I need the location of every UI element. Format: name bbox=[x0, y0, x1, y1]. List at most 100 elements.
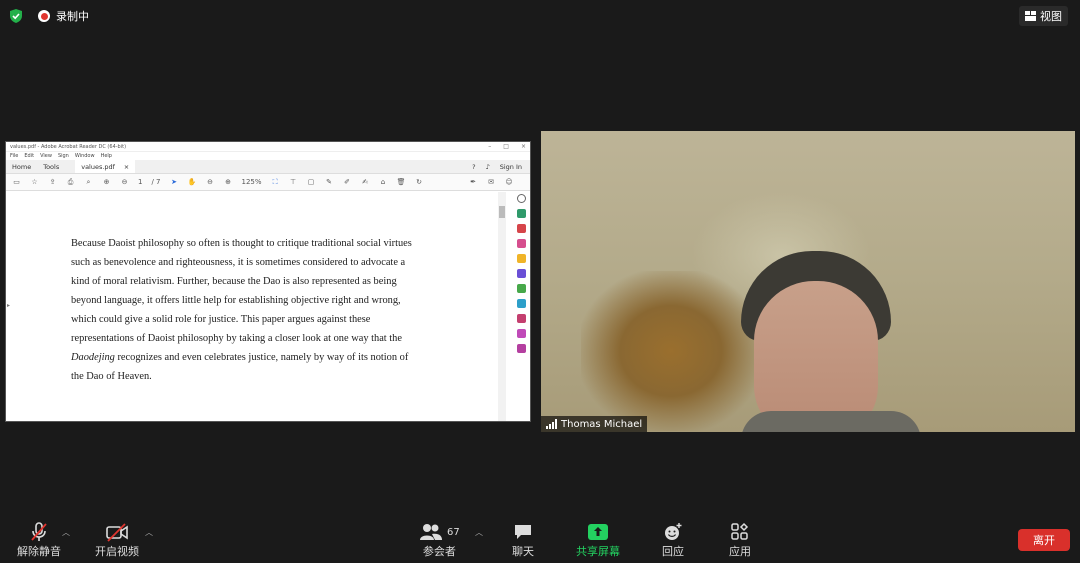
recording-label: 录制中 bbox=[56, 10, 89, 23]
participants-options-caret-icon[interactable]: ︿ bbox=[475, 527, 483, 538]
participant-video[interactable] bbox=[541, 131, 1075, 432]
start-video-label: 开启视频 bbox=[95, 545, 139, 558]
search-tool-icon bbox=[516, 194, 526, 203]
chat-bubble-icon bbox=[515, 525, 531, 539]
pdf-scrollbar bbox=[498, 192, 506, 421]
acrobat-toolbar: ▭ ☆ ⇪ ⎙ ⌕ ⊕ ⊖ 1 / 7 ➤ ✋ ⊖ ⊕ 125% ⛶ ⊤ ▢ ✎… bbox=[6, 174, 530, 191]
compress-icon bbox=[516, 299, 526, 308]
text-line: Daodejing recognizes and even celebrates… bbox=[71, 348, 441, 367]
page-up-icon: ⊕ bbox=[103, 178, 110, 186]
participants-icon bbox=[420, 524, 442, 540]
unmute-label: 解除静音 bbox=[17, 545, 61, 558]
meeting-status: 录制中 bbox=[8, 8, 89, 24]
leave-button[interactable]: 离开 bbox=[1018, 529, 1070, 551]
share-screen-button[interactable]: 共享屏幕 bbox=[576, 521, 620, 559]
tab-document: values.pdf × bbox=[75, 160, 136, 173]
chat-button[interactable]: 聊天 bbox=[512, 521, 534, 559]
upload-icon: ⇪ bbox=[49, 178, 56, 186]
protect-icon bbox=[516, 314, 526, 323]
pdf-abstract-text: Because Daoist philosophy so often is th… bbox=[71, 234, 441, 386]
background-shelf bbox=[581, 271, 761, 431]
share-screen-icon bbox=[588, 524, 608, 540]
participant-shirt bbox=[741, 411, 921, 432]
text-line: Because Daoist philosophy so often is th… bbox=[71, 238, 412, 249]
organize-icon bbox=[516, 284, 526, 293]
tab-home: Home bbox=[12, 162, 32, 171]
unmute-button[interactable]: 解除静音 bbox=[17, 521, 61, 559]
redact-icon bbox=[516, 329, 526, 338]
print-icon: ⎙ bbox=[67, 177, 74, 186]
fill-sign-icon: ✒ bbox=[470, 178, 476, 186]
zoom-search-icon: ⌕ bbox=[86, 177, 91, 186]
bookmark-star-icon: ☆ bbox=[31, 178, 38, 186]
page-down-icon: ⊖ bbox=[121, 178, 128, 186]
view-label: 视图 bbox=[1040, 10, 1062, 23]
book-title: Daodejing bbox=[71, 352, 115, 363]
comment-icon: ▢ bbox=[307, 178, 315, 186]
tab-document-label: values.pdf bbox=[81, 162, 115, 171]
menu-file: File bbox=[10, 153, 19, 159]
apps-label: 应用 bbox=[729, 545, 751, 558]
comment-tool-icon bbox=[516, 254, 526, 263]
more-tools-icon bbox=[516, 344, 526, 353]
view-button[interactable]: 视图 bbox=[1019, 6, 1068, 26]
grid-view-icon bbox=[1025, 11, 1036, 21]
cursor-icon: ➤ bbox=[171, 178, 177, 186]
text-line: representations of Daoist philosophy by … bbox=[71, 333, 402, 344]
acrobat-menubar: File Edit View Sign Window Help bbox=[6, 152, 530, 160]
participant-name-tag: Thomas Michael bbox=[541, 416, 648, 432]
highlight-icon: ✐ bbox=[344, 178, 350, 186]
text-line: such as benevolence and righteousness, i… bbox=[71, 257, 406, 268]
share-screen-label: 共享屏幕 bbox=[576, 545, 620, 558]
apps-icon bbox=[731, 522, 749, 540]
sign-icon: ✍ bbox=[362, 178, 368, 186]
window-title: values.pdf - Adobe Acrobat Reader DC (64… bbox=[10, 143, 127, 150]
bell-icon: ♪ bbox=[485, 162, 490, 171]
account-icon: ☺ bbox=[505, 178, 513, 186]
fit-page-icon: ⛶ bbox=[272, 177, 278, 186]
acrobat-titlebar: values.pdf - Adobe Acrobat Reader DC (64… bbox=[6, 142, 530, 152]
zoom-in-icon: ⊕ bbox=[225, 178, 231, 186]
start-video-button[interactable]: 开启视频 bbox=[95, 521, 139, 559]
rotate-icon: ↻ bbox=[416, 178, 422, 186]
page-total: / 7 bbox=[151, 178, 161, 186]
apps-button[interactable]: 应用 bbox=[729, 521, 751, 559]
mail-icon: ✉ bbox=[488, 178, 494, 186]
text-line: beyond language, it offers little help f… bbox=[71, 295, 401, 306]
security-shield-icon[interactable] bbox=[8, 8, 24, 24]
scroll-mode-icon: ⊤ bbox=[289, 178, 297, 186]
tab-close-icon: × bbox=[123, 162, 130, 171]
hand-icon: ✋ bbox=[187, 178, 197, 186]
recording-indicator[interactable]: 录制中 bbox=[38, 8, 89, 24]
export-pdf-icon bbox=[516, 209, 526, 218]
text-line: the Dao of Heaven. bbox=[71, 371, 152, 382]
acrobat-tabbar: Home Tools values.pdf × ? ♪ Sign In bbox=[6, 160, 530, 174]
muted-mic-icon bbox=[31, 522, 47, 541]
text-line-rest: recognizes and even celebrates justice, … bbox=[114, 352, 409, 363]
minimize-icon: – bbox=[488, 143, 492, 150]
menu-window: Window bbox=[74, 153, 95, 159]
menu-view: View bbox=[40, 153, 52, 159]
zoom-level: 125% bbox=[241, 178, 262, 186]
text-line: which could give a solid role for justic… bbox=[71, 314, 371, 325]
create-pdf-icon bbox=[516, 224, 526, 233]
chat-label: 聊天 bbox=[512, 545, 534, 558]
reactions-button[interactable]: 回应 bbox=[662, 521, 684, 559]
zoom-out-icon: ⊖ bbox=[207, 178, 213, 186]
tab-tools: Tools bbox=[43, 162, 60, 171]
participant-name: Thomas Michael bbox=[561, 418, 643, 430]
page-current: 1 bbox=[138, 178, 143, 186]
shared-screen: values.pdf - Adobe Acrobat Reader DC (64… bbox=[5, 141, 531, 422]
text-line: kind of moral relativism. Further, becau… bbox=[71, 276, 397, 287]
recording-icon bbox=[38, 10, 50, 22]
menu-help: Help bbox=[100, 153, 112, 159]
pen-icon: ✎ bbox=[326, 178, 332, 186]
video-options-caret-icon[interactable]: ︿ bbox=[145, 527, 153, 538]
reaction-emoji-icon bbox=[665, 523, 682, 540]
nav-pane-arrow-icon: ▸ bbox=[7, 302, 11, 309]
video-off-icon bbox=[106, 523, 128, 542]
audio-options-caret-icon[interactable]: ︿ bbox=[62, 527, 70, 538]
participants-button[interactable]: 67 参会者 bbox=[419, 521, 460, 559]
participants-label: 参会者 bbox=[422, 545, 456, 558]
right-tool-pane bbox=[511, 194, 530, 353]
